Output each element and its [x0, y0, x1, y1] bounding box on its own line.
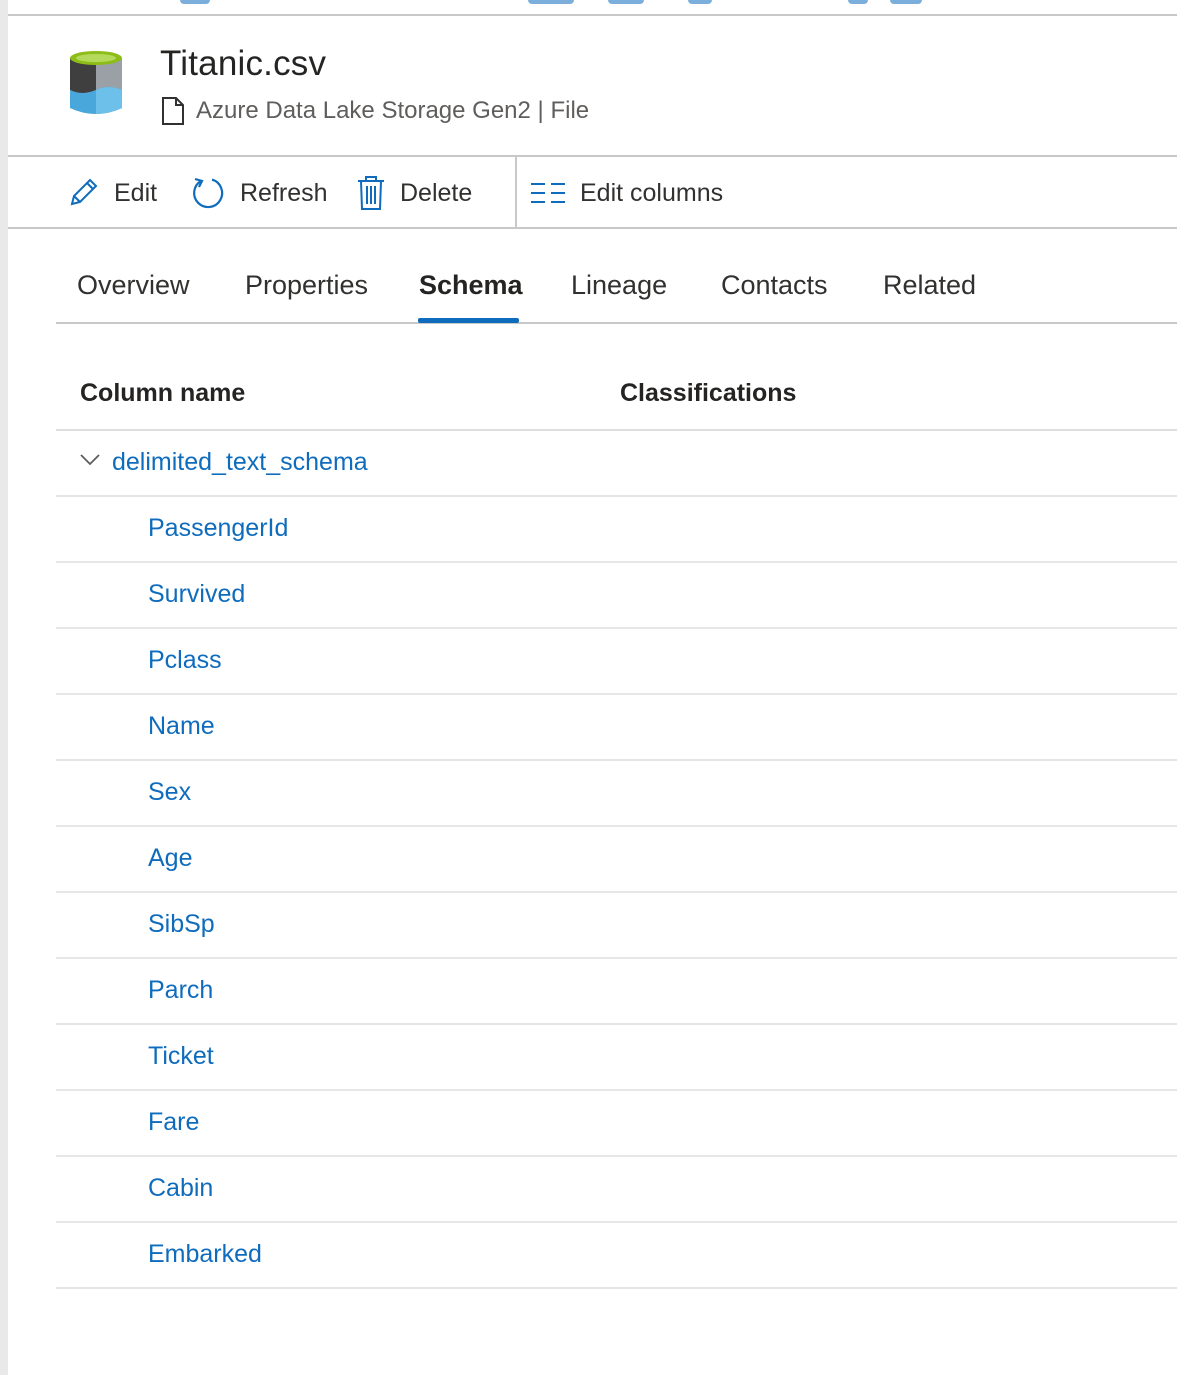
column-link[interactable]: Sex — [148, 778, 191, 807]
tab-overview[interactable]: Overview — [77, 270, 190, 301]
command-bar: Edit Refresh Delete Edit columns — [8, 155, 1177, 229]
edit-button[interactable]: Edit — [66, 157, 157, 229]
column-link[interactable]: Pclass — [148, 646, 222, 675]
delete-button[interactable]: Delete — [356, 157, 472, 229]
delete-label: Delete — [400, 178, 473, 207]
table-row: SibSp — [56, 893, 1177, 959]
edit-columns-button[interactable]: Edit columns — [530, 157, 723, 229]
column-link[interactable]: PassengerId — [148, 514, 288, 543]
refresh-button[interactable]: Refresh — [190, 157, 328, 229]
column-link[interactable]: Parch — [148, 976, 213, 1005]
table-row: Survived — [56, 563, 1177, 629]
header-divider — [8, 14, 1177, 16]
column-link[interactable]: Name — [148, 712, 215, 741]
data-lake-file-icon — [70, 51, 122, 114]
tab-bar: Overview Properties Schema Lineage Conta… — [56, 254, 1177, 324]
active-tab-indicator — [418, 318, 519, 323]
edit-label: Edit — [114, 178, 158, 207]
columns-icon — [531, 183, 565, 203]
column-link[interactable]: Fare — [148, 1108, 199, 1137]
asset-subtitle: Azure Data Lake Storage Gen2 | File — [160, 96, 589, 126]
classifications-header[interactable]: Classifications — [620, 379, 796, 408]
column-link[interactable]: Survived — [148, 580, 245, 609]
schema-group-row[interactable]: delimited_text_schema — [56, 431, 1177, 497]
schema-table-body: delimited_text_schema PassengerId Surviv… — [56, 431, 1177, 1289]
table-row: Name — [56, 695, 1177, 761]
tab-related[interactable]: Related — [883, 270, 976, 301]
table-row: PassengerId — [56, 497, 1177, 563]
table-row: Embarked — [56, 1223, 1177, 1289]
tab-lineage[interactable]: Lineage — [571, 270, 667, 301]
table-row: Parch — [56, 959, 1177, 1025]
column-link[interactable]: Age — [148, 844, 192, 873]
toolbar-divider — [515, 157, 517, 229]
column-name-header[interactable]: Column name — [80, 379, 245, 408]
tab-schema[interactable]: Schema — [419, 270, 523, 301]
chevron-down-icon[interactable] — [80, 453, 100, 467]
refresh-icon — [193, 177, 224, 209]
schema-group-link[interactable]: delimited_text_schema — [112, 448, 368, 477]
column-link[interactable]: Embarked — [148, 1240, 262, 1269]
document-icon — [162, 97, 184, 125]
table-row: Pclass — [56, 629, 1177, 695]
pencil-icon — [70, 178, 98, 206]
refresh-label: Refresh — [240, 178, 328, 207]
table-row: Sex — [56, 761, 1177, 827]
column-link[interactable]: SibSp — [148, 910, 215, 939]
column-link[interactable]: Ticket — [148, 1042, 214, 1071]
column-link[interactable]: Cabin — [148, 1174, 213, 1203]
tab-properties[interactable]: Properties — [245, 270, 368, 301]
schema-table-header: Column name Classifications — [56, 365, 1177, 431]
table-row: Age — [56, 827, 1177, 893]
asset-title: Titanic.csv — [160, 44, 327, 83]
table-row: Fare — [56, 1091, 1177, 1157]
left-rail — [0, 0, 8, 1375]
tab-contacts[interactable]: Contacts — [721, 270, 828, 301]
top-cropped-text — [8, 0, 1177, 8]
table-row: Cabin — [56, 1157, 1177, 1223]
table-row: Ticket — [56, 1025, 1177, 1091]
asset-type-label: Azure Data Lake Storage Gen2 | File — [196, 97, 590, 124]
edit-columns-label: Edit columns — [580, 178, 724, 207]
trash-icon — [358, 176, 384, 210]
